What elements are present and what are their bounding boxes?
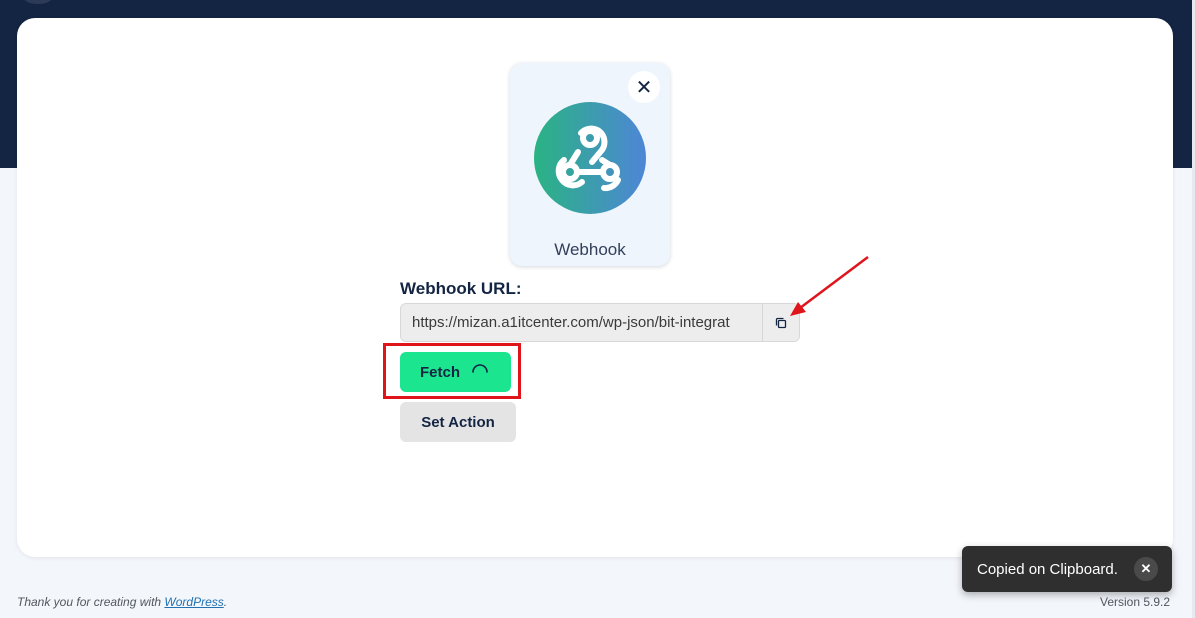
annotation-arrow-icon [790, 256, 869, 316]
footer-period: . [223, 595, 228, 609]
fetch-button[interactable]: Fetch [400, 352, 511, 392]
fetch-button-label: Fetch [420, 363, 461, 381]
footer-credit: Thank you for creating with WordPress. [17, 595, 227, 609]
close-icon: ✕ [635, 75, 653, 99]
toast-close-button[interactable]: ✕ [1134, 557, 1158, 581]
wordpress-link[interactable]: WordPress [164, 595, 223, 609]
toast-message: Copied on Clipboard. [977, 560, 1118, 578]
loading-spinner-icon [472, 364, 488, 373]
webhook-url-value[interactable]: https://mizan.a1itcenter.com/wp-json/bit… [401, 314, 762, 331]
webhook-url-field[interactable]: https://mizan.a1itcenter.com/wp-json/bit… [400, 303, 800, 342]
set-action-button[interactable]: Set Action [400, 402, 516, 442]
version-text: Version 5.9.2 [1100, 595, 1171, 609]
webhook-icon [534, 102, 646, 214]
clipboard-toast: Copied on Clipboard. ✕ [962, 546, 1172, 592]
footer-thanks-text: Thank you for creating with [17, 595, 165, 609]
set-action-label: Set Action [421, 413, 495, 431]
app-name: Webhook [554, 240, 626, 259]
close-icon: ✕ [1140, 561, 1152, 576]
webhook-url-label: Webhook URL: [400, 279, 522, 298]
remove-app-button[interactable]: ✕ [628, 71, 660, 103]
